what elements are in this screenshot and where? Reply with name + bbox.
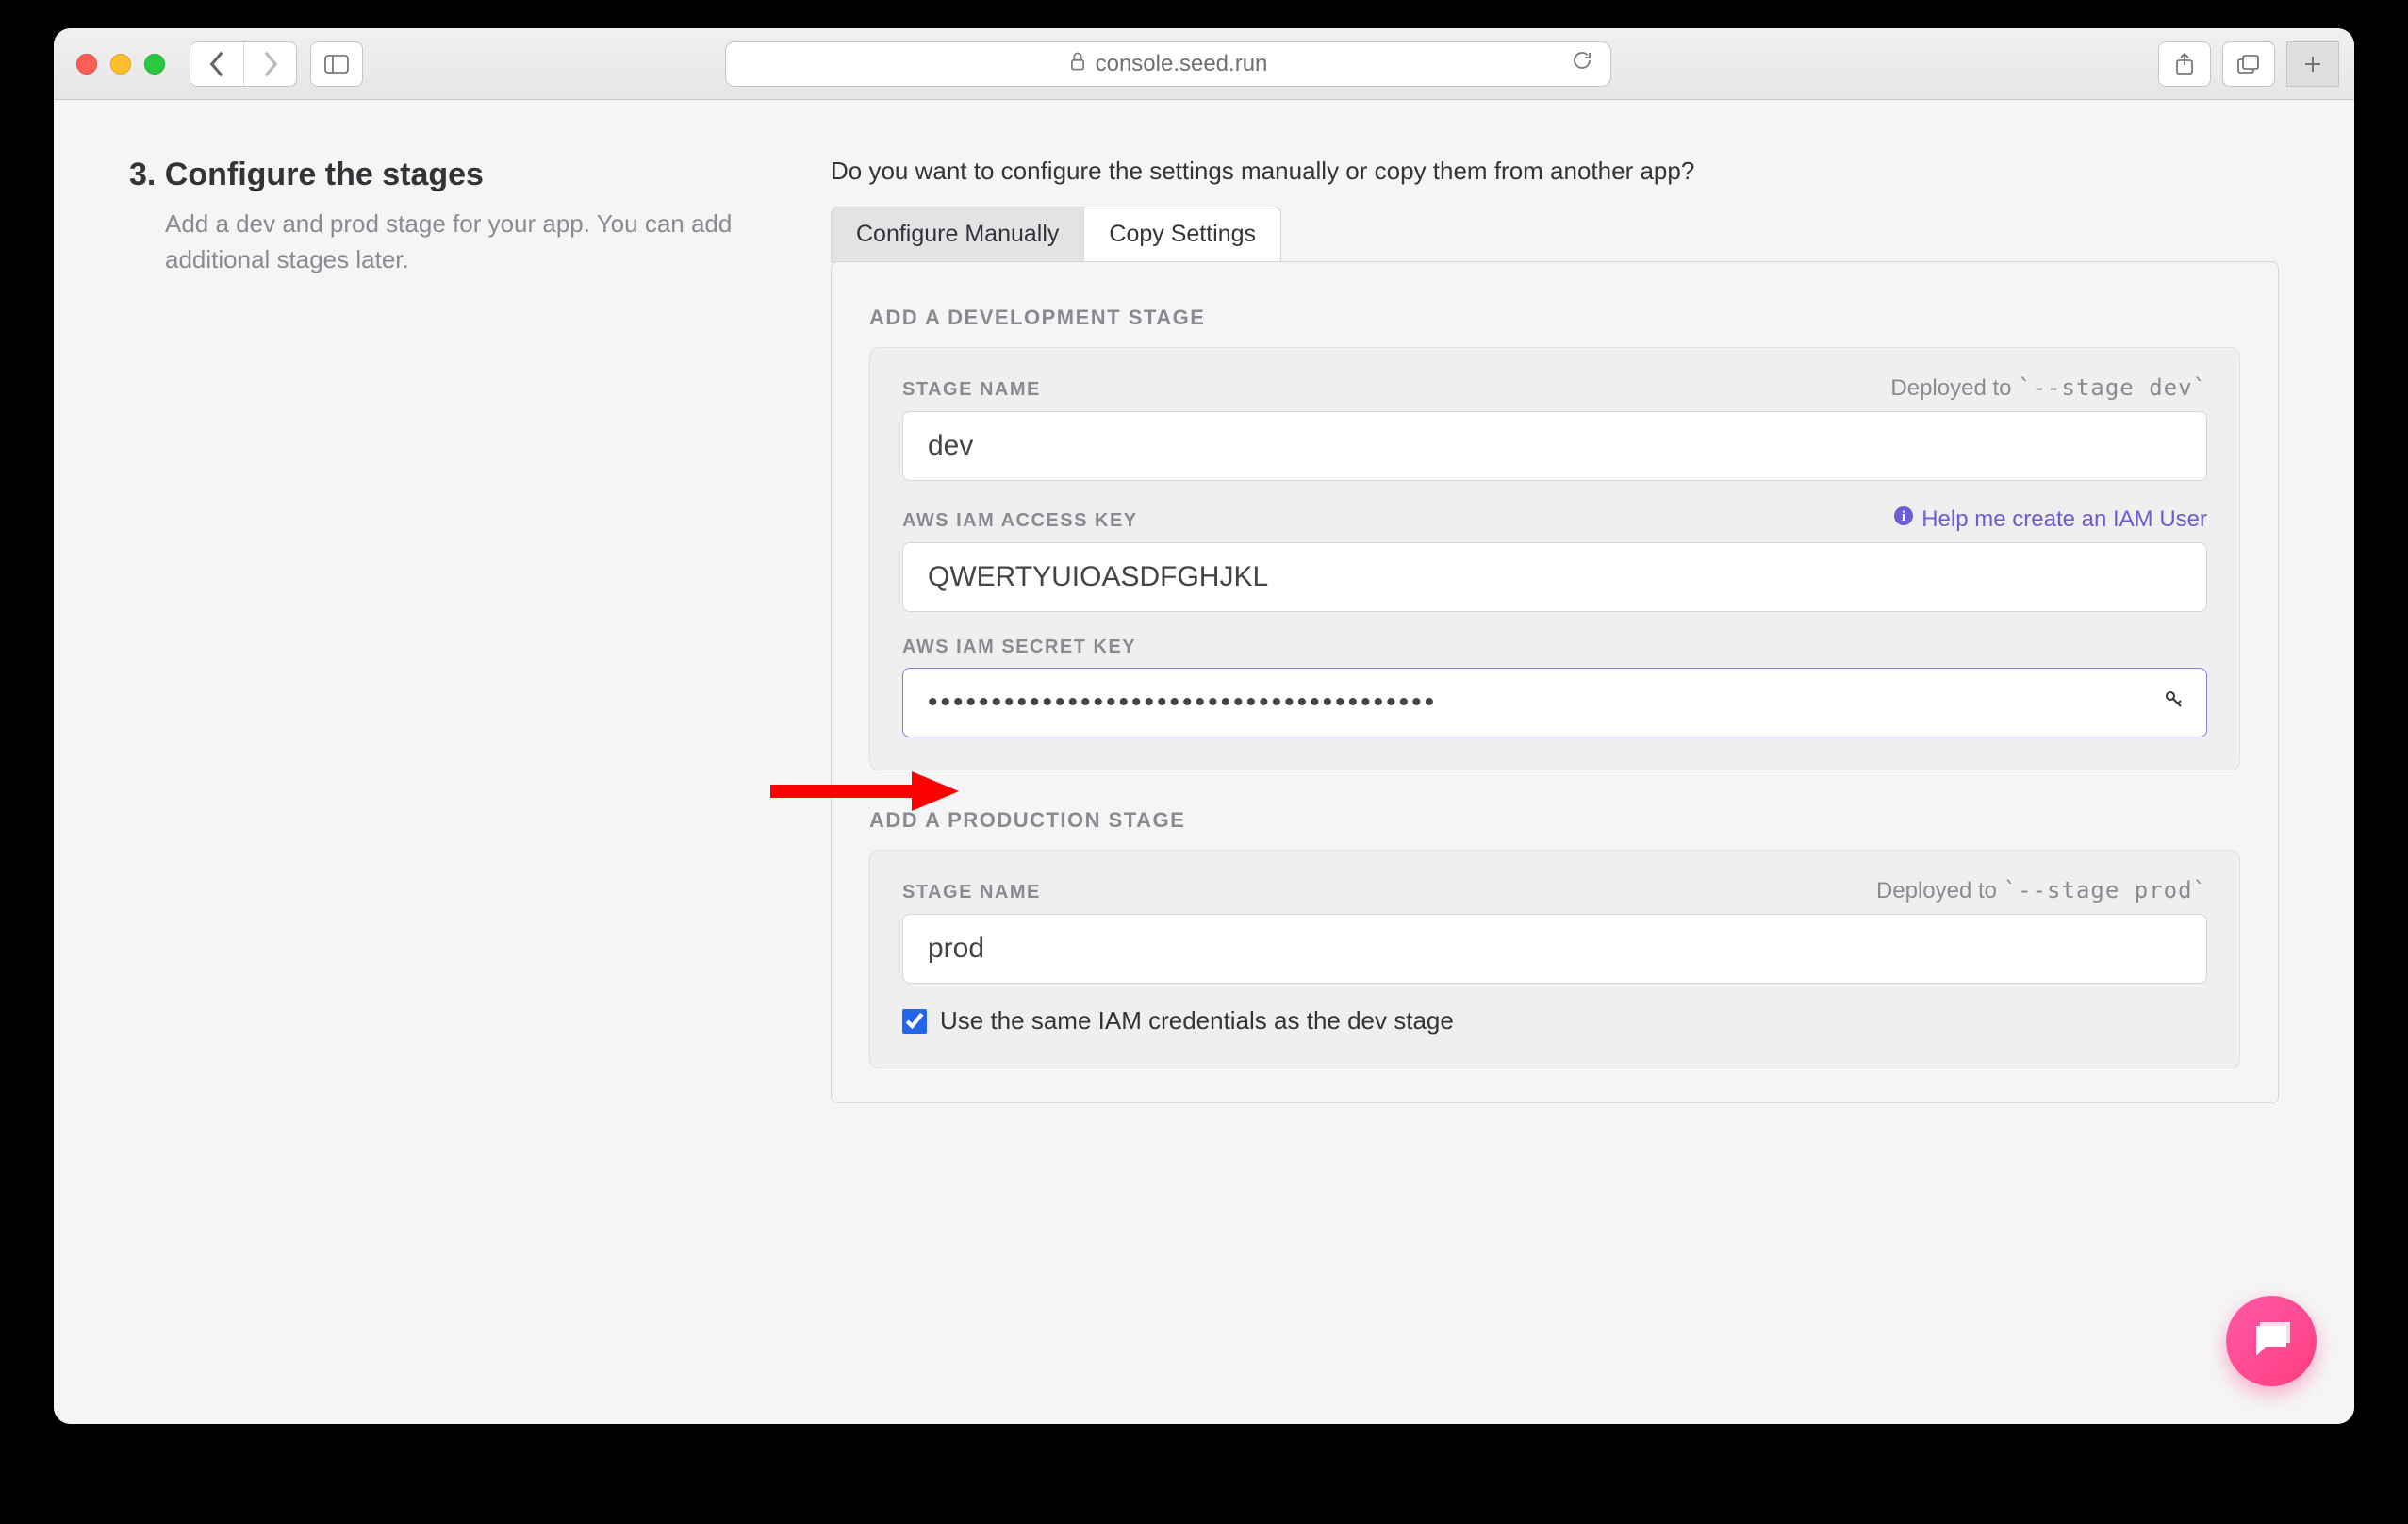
- prod-stage-box: STAGE NAME Deployed to `--stage prod` Us…: [869, 850, 2240, 1068]
- info-icon: i: [1893, 505, 1914, 533]
- chat-fab[interactable]: [2226, 1296, 2317, 1386]
- address-bar[interactable]: console.seed.run: [725, 41, 1611, 87]
- dev-stage-name-input[interactable]: [902, 411, 2207, 481]
- lock-icon: [1069, 51, 1086, 77]
- configure-panel: ADD A DEVELOPMENT STAGE STAGE NAME Deplo…: [831, 261, 2279, 1103]
- step-description: Add a dev and prod stage for your app. Y…: [129, 207, 808, 277]
- reload-icon[interactable]: [1571, 49, 1593, 78]
- prod-stage-name-label: STAGE NAME: [902, 882, 1041, 903]
- step-heading: 3. Configure the stages: [129, 157, 808, 193]
- dev-access-key-input[interactable]: [902, 542, 2207, 612]
- page-content: 3. Configure the stages Add a dev and pr…: [54, 100, 2354, 1424]
- titlebar: console.seed.run: [54, 28, 2354, 100]
- config-question: Do you want to configure the settings ma…: [831, 157, 2279, 186]
- back-button[interactable]: [190, 42, 243, 86]
- same-iam-label: Use the same IAM credentials as the dev …: [940, 1006, 1454, 1035]
- browser-window: console.seed.run 3. Configure the stages…: [54, 28, 2354, 1424]
- maximize-window-icon[interactable]: [144, 54, 165, 75]
- dev-access-key-label: AWS IAM ACCESS KEY: [902, 510, 1138, 532]
- chat-icon: [2249, 1318, 2294, 1364]
- dev-stage-box: STAGE NAME Deployed to `--stage dev` AWS…: [869, 347, 2240, 770]
- config-tabs: Configure Manually Copy Settings: [831, 207, 2279, 262]
- dev-secret-key-input[interactable]: [902, 668, 2207, 737]
- dev-secret-key-label: AWS IAM SECRET KEY: [902, 637, 1136, 658]
- same-iam-checkbox-row[interactable]: Use the same IAM credentials as the dev …: [902, 1006, 2207, 1035]
- minimize-window-icon[interactable]: [110, 54, 131, 75]
- nav-buttons: [190, 41, 297, 87]
- svg-text:i: i: [1902, 509, 1905, 524]
- step-sidebar: 3. Configure the stages Add a dev and pr…: [129, 157, 808, 1424]
- new-tab-button[interactable]: [2286, 41, 2339, 87]
- url-text: console.seed.run: [1096, 51, 1268, 77]
- tabs-button[interactable]: [2222, 41, 2275, 87]
- prod-stage-name-input[interactable]: [902, 914, 2207, 984]
- close-window-icon[interactable]: [76, 54, 97, 75]
- tab-configure-manually[interactable]: Configure Manually: [831, 207, 1084, 262]
- tab-copy-settings[interactable]: Copy Settings: [1084, 207, 1281, 262]
- iam-help-link[interactable]: i Help me create an IAM User: [1893, 505, 2207, 533]
- forward-button[interactable]: [243, 42, 296, 86]
- prod-deployed-to: Deployed to `--stage prod`: [1876, 877, 2207, 904]
- dev-deployed-to: Deployed to `--stage dev`: [1890, 374, 2207, 402]
- dev-section-title: ADD A DEVELOPMENT STAGE: [869, 306, 2240, 330]
- prod-section-title: ADD A PRODUCTION STAGE: [869, 808, 2240, 833]
- sidebar-toggle-button[interactable]: [310, 41, 363, 87]
- share-button[interactable]: [2158, 41, 2211, 87]
- key-icon[interactable]: [2164, 689, 2185, 716]
- window-controls: [69, 54, 176, 75]
- main-panel: Do you want to configure the settings ma…: [831, 157, 2279, 1424]
- dev-stage-name-label: STAGE NAME: [902, 379, 1041, 401]
- same-iam-checkbox[interactable]: [902, 1009, 927, 1034]
